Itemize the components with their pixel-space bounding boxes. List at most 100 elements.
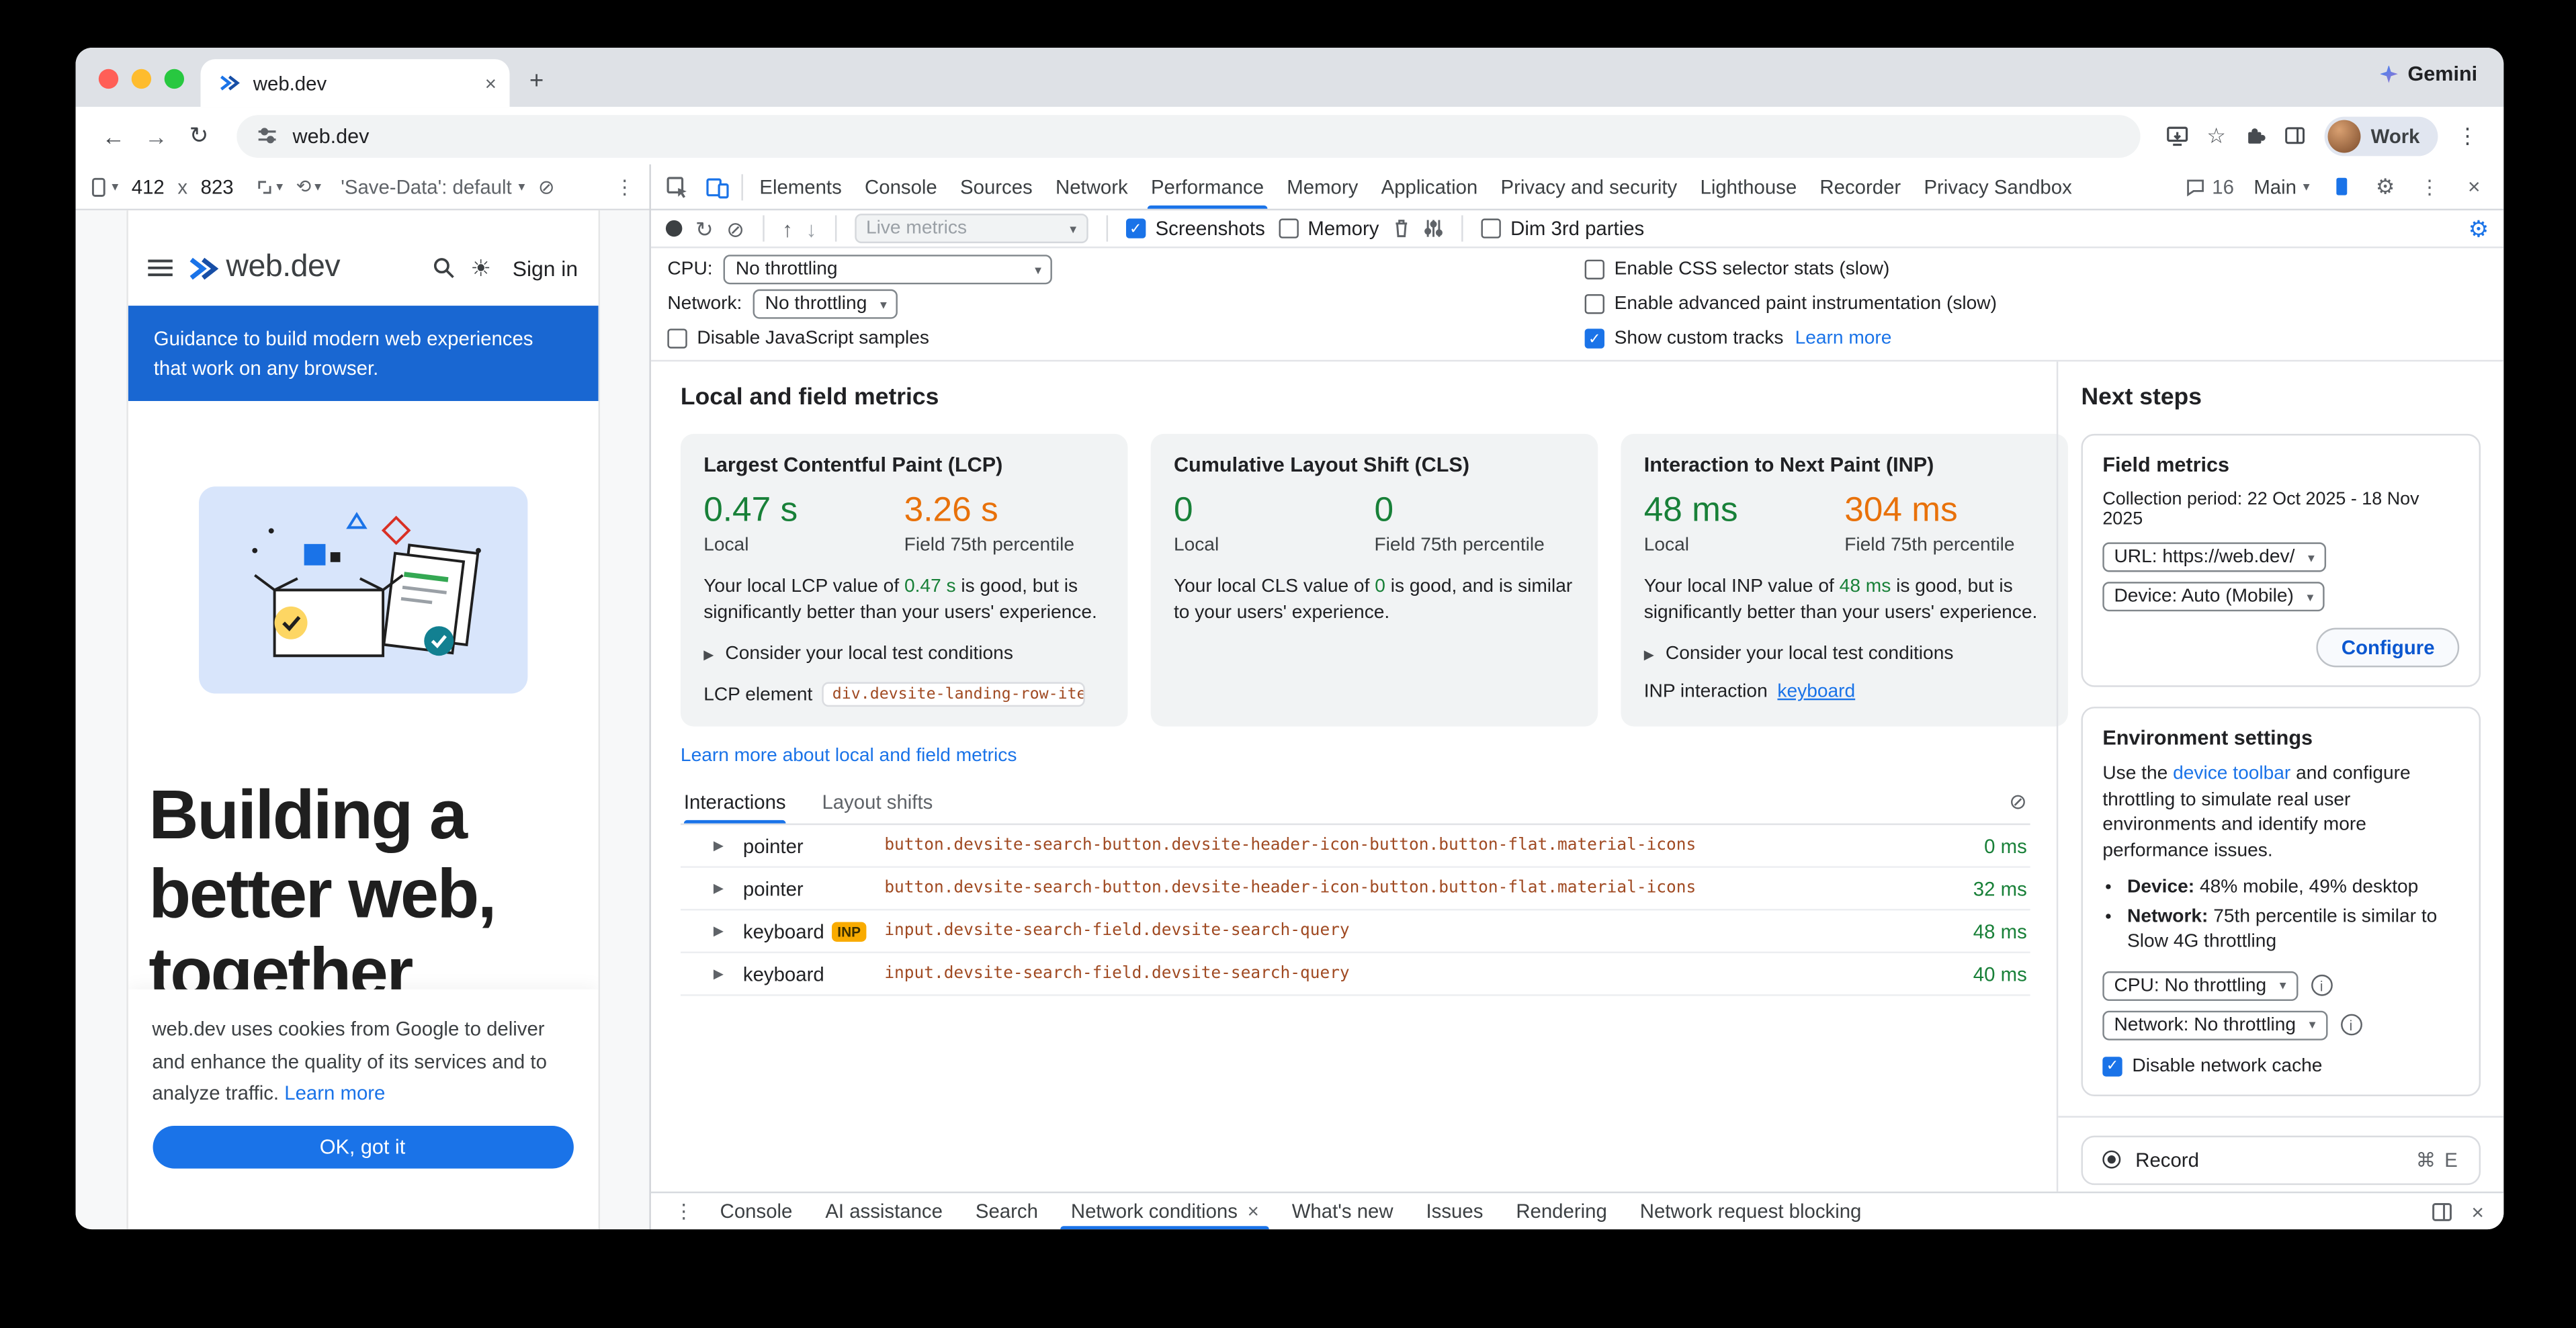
tab-sources[interactable]: Sources (949, 165, 1044, 209)
field-device-select[interactable]: Device: Auto (Mobile) ▾ (2102, 582, 2325, 611)
record-icon[interactable] (666, 220, 682, 236)
drawer-tab-whats-new[interactable]: What's new (1275, 1193, 1410, 1229)
expand-caret-icon[interactable]: ▶ (714, 838, 736, 853)
interaction-row[interactable]: ▶ keyboard INP input.devsite-search-fiel… (681, 910, 2030, 953)
browser-menu-kebab-icon[interactable]: ⋮ (2448, 122, 2487, 148)
forward-button[interactable]: → (135, 122, 178, 148)
cookie-learn-more-link[interactable]: Learn more (284, 1081, 385, 1104)
device-type-select[interactable]: ▾ (91, 177, 119, 196)
tab-layout-shifts[interactable]: Layout shifts (822, 779, 933, 824)
drawer-tab-issues[interactable]: Issues (1410, 1193, 1500, 1229)
bookmark-star-icon[interactable]: ☆ (2196, 122, 2236, 148)
close-window-button[interactable] (99, 69, 118, 89)
tab-close-icon[interactable]: × (485, 71, 497, 94)
drawer-tab-close-icon[interactable]: × (1248, 1200, 1259, 1223)
extensions-puzzle-icon[interactable] (2236, 124, 2276, 147)
drawer-kebab-menu-icon[interactable]: ⋮ (664, 1200, 703, 1223)
network-throttling-select[interactable]: No throttling ▾ (754, 290, 898, 319)
memory-checkbox[interactable]: Memory (1278, 217, 1379, 240)
address-bar[interactable]: web.dev (237, 114, 2141, 157)
interaction-target-link[interactable]: input.devsite-search-field.devsite-searc… (884, 922, 1953, 940)
custom-tracks-learn-more-link[interactable]: Learn more (1795, 328, 1892, 348)
throttling-icon[interactable]: ⊘ (538, 175, 555, 198)
expand-caret-icon[interactable]: ▶ (714, 881, 736, 895)
site-settings-icon[interactable] (257, 125, 278, 146)
drawer-tab-search[interactable]: Search (959, 1193, 1054, 1229)
tab-memory[interactable]: Memory (1275, 165, 1369, 209)
info-icon[interactable]: i (2340, 1014, 2362, 1036)
tab-recorder[interactable]: Recorder (1808, 165, 1912, 209)
lcp-test-conditions-disclosure[interactable]: ▶ Consider your local test conditions (703, 644, 1105, 664)
emulation-device-icon[interactable] (2321, 176, 2361, 197)
expand-caret-icon[interactable]: ▶ (714, 967, 736, 981)
interaction-row[interactable]: ▶ keyboard input.devsite-search-field.de… (681, 953, 2030, 996)
install-app-icon[interactable] (2157, 124, 2197, 147)
disable-js-samples-checkbox[interactable]: Disable JavaScript samples (667, 328, 929, 348)
paint-instrumentation-checkbox[interactable]: Enable advanced paint instrumentation (s… (1585, 294, 1997, 314)
configure-button[interactable]: Configure (2317, 628, 2459, 668)
css-selector-stats-checkbox[interactable]: Enable CSS selector stats (slow) (1585, 260, 1890, 279)
tab-privacy-and-security[interactable]: Privacy and security (1489, 165, 1688, 209)
inp-test-conditions-disclosure[interactable]: ▶ Consider your local test conditions (1644, 644, 2045, 664)
drawer-tab-network-request-blocking[interactable]: Network request blocking (1623, 1193, 1878, 1229)
interaction-target-link[interactable]: button.devsite-search-button.devsite-hea… (884, 836, 1964, 854)
profile-chip[interactable]: Work (2325, 116, 2438, 155)
field-url-select[interactable]: URL: https://web.dev/ ▾ (2102, 542, 2326, 572)
interaction-row[interactable]: ▶ pointer button.devsite-search-button.d… (681, 868, 2030, 911)
expand-caret-icon[interactable]: ▶ (714, 924, 736, 938)
minimize-window-button[interactable] (132, 69, 151, 89)
device-toolbar-menu-icon[interactable]: ⋮ (615, 175, 634, 198)
disable-network-cache-checkbox[interactable]: ✓ Disable network cache (2102, 1056, 2459, 1075)
device-width-input[interactable]: 412 (132, 175, 165, 198)
site-logo[interactable]: web.dev (187, 250, 340, 286)
sign-in-button[interactable]: Sign in (513, 255, 578, 280)
zoom-select[interactable]: ▾ (257, 178, 283, 194)
save-profile-icon[interactable]: ↓ (806, 218, 817, 239)
drawer-tab-rendering[interactable]: Rendering (1500, 1193, 1623, 1229)
device-height-input[interactable]: 823 (201, 175, 234, 198)
tab-interactions[interactable]: Interactions (684, 779, 786, 824)
drawer-tab-network-conditions[interactable]: Network conditions × (1054, 1193, 1275, 1229)
inspect-element-icon[interactable] (658, 165, 697, 209)
gemini-button[interactable]: Gemini (2380, 62, 2477, 85)
interaction-target-link[interactable]: button.devsite-search-button.devsite-hea… (884, 879, 1953, 897)
tab-privacy-sandbox[interactable]: Privacy Sandbox (1912, 165, 2084, 209)
clear-log-icon[interactable]: ⊘ (2009, 788, 2027, 814)
reload-button[interactable]: ↻ (177, 122, 220, 150)
dock-layout-icon[interactable] (2432, 1200, 2454, 1222)
interaction-target-link[interactable]: input.devsite-search-field.devsite-searc… (884, 965, 1953, 983)
devtools-kebab-menu-icon[interactable]: ⋮ (2410, 175, 2450, 198)
main-context-select[interactable]: Main ▾ (2247, 175, 2317, 198)
device-toolbar-link[interactable]: device toolbar (2173, 764, 2290, 784)
record-button[interactable]: Record ⌘ E (2081, 1135, 2481, 1184)
cookie-ok-button[interactable]: OK, got it (152, 1125, 572, 1168)
env-cpu-select[interactable]: CPU: No throttling ▾ (2102, 971, 2297, 1000)
collect-garbage-icon[interactable] (1392, 218, 1410, 238)
devtools-close-icon[interactable]: × (2454, 174, 2494, 199)
tab-lighthouse[interactable]: Lighthouse (1688, 165, 1808, 209)
drawer-close-icon[interactable]: × (2471, 1199, 2484, 1224)
console-messages-button[interactable]: 16 (2176, 175, 2242, 198)
info-icon[interactable]: i (2311, 975, 2332, 996)
hamburger-menu-icon[interactable] (147, 258, 172, 277)
clear-icon[interactable]: ⊘ (726, 218, 744, 239)
load-profile-icon[interactable]: ↑ (782, 218, 793, 239)
fullscreen-window-button[interactable] (165, 69, 184, 89)
dim-3rd-parties-checkbox[interactable]: Dim 3rd parties (1481, 217, 1644, 240)
interaction-row[interactable]: ▶ pointer button.devsite-search-button.d… (681, 825, 2030, 868)
new-tab-button[interactable]: + (529, 67, 544, 95)
tab-console[interactable]: Console (853, 165, 949, 209)
device-toolbar-toggle-icon[interactable] (697, 165, 736, 209)
view-mode-select[interactable]: Live metrics ▾ (855, 214, 1088, 243)
screenshots-checkbox[interactable]: ✓ Screenshots (1126, 217, 1265, 240)
lcp-element-node-link[interactable]: div.devsite-landing-row-item-d… (822, 682, 1085, 707)
tab-performance[interactable]: Performance (1140, 165, 1275, 209)
capture-settings-gear-icon[interactable]: ⚙ (2468, 214, 2489, 242)
env-network-select[interactable]: Network: No throttling ▾ (2102, 1010, 2327, 1039)
cpu-throttling-select[interactable]: No throttling ▾ (724, 255, 1053, 284)
tab-network[interactable]: Network (1044, 165, 1140, 209)
components-sliders-icon[interactable] (1423, 218, 1443, 238)
record-and-reload-icon[interactable]: ↻ (695, 218, 714, 239)
drawer-tab-ai-assistance[interactable]: AI assistance (809, 1193, 959, 1229)
back-button[interactable]: ← (92, 122, 135, 148)
